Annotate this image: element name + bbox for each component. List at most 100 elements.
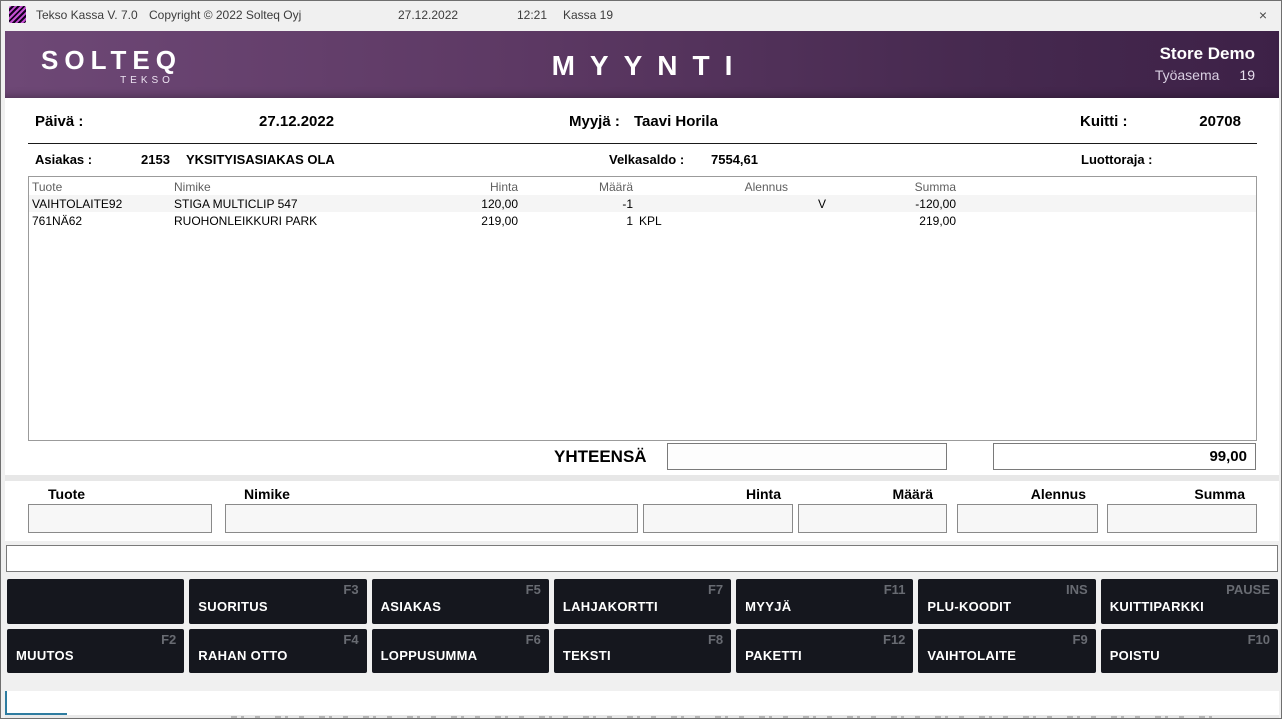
myyja-button[interactable]: MYYJÄ F11 (736, 579, 913, 624)
fkey-pause: PAUSE (1226, 582, 1270, 597)
titlebar-date: 27.12.2022 (398, 8, 458, 22)
col-header-price: Hinta (391, 177, 521, 195)
divider-line (28, 143, 1257, 144)
entry-name-label: Nimike (244, 486, 290, 502)
section-divider (5, 475, 1279, 481)
fkey-f11: F11 (884, 582, 906, 597)
item-discount (696, 212, 791, 229)
fkey-f4: F4 (343, 632, 358, 647)
item-price: 219,00 (391, 212, 521, 229)
discount-input[interactable] (957, 504, 1098, 533)
entry-price-label: Hinta (643, 486, 781, 502)
qty-input[interactable] (798, 504, 947, 533)
app-window: Tekso Kassa V. 7.0 Copyright © 2022 Solt… (0, 0, 1282, 719)
price-input[interactable] (643, 504, 793, 533)
asiakas-button[interactable]: ASIAKAS F5 (372, 579, 549, 624)
bottom-clipped-strip (5, 715, 1279, 719)
workstation-number: 19 (1239, 67, 1255, 83)
col-header-qty: Määrä (521, 177, 636, 195)
solteq-logo: SOLTEQ TEKSO (41, 45, 182, 86)
solteq-app-icon (9, 6, 26, 23)
entry-discount-label: Alennus (957, 486, 1086, 502)
blank-button (7, 579, 184, 624)
focus-border-vertical (5, 691, 7, 715)
kuittiparkki-button[interactable]: KUITTIPARKKI PAUSE (1101, 579, 1278, 624)
fkey-f9: F9 (1073, 632, 1088, 647)
item-flag: V (791, 195, 829, 212)
item-product: VAIHTOLAITE92 (29, 195, 171, 212)
workstation-info: Työasema 19 (1155, 67, 1255, 83)
item-product: 761NÄ62 (29, 212, 171, 229)
item-sum: 219,00 (829, 212, 959, 229)
col-header-flag (791, 177, 829, 195)
fkey-f3: F3 (343, 582, 358, 597)
titlebar: Tekso Kassa V. 7.0 Copyright © 2022 Solt… (1, 1, 1281, 29)
fkey-f10: F10 (1248, 632, 1270, 647)
loppusumma-button[interactable]: LOPPUSUMMA F6 (372, 629, 549, 673)
poistu-button[interactable]: POISTU F10 (1101, 629, 1278, 673)
item-row[interactable]: VAIHTOLAITE92 STIGA MULTICLIP 547 120,00… (29, 195, 1256, 212)
plu-koodit-button[interactable]: PLU-KOODIT INS (918, 579, 1095, 624)
window-title: Tekso Kassa V. 7.0 (36, 8, 138, 22)
item-discount (696, 195, 791, 212)
entry-qty-label: Määrä (798, 486, 933, 502)
name-input[interactable] (225, 504, 638, 533)
item-row[interactable]: 761NÄ62 RUOHONLEIKKURI PARK 219,00 1 KPL… (29, 212, 1256, 229)
product-input[interactable] (28, 504, 212, 533)
col-header-discount: Alennus (696, 177, 791, 195)
vaihtolaite-button[interactable]: VAIHTOLAITE F9 (918, 629, 1095, 673)
items-header-row: Tuote Nimike Hinta Määrä Alennus Summa (29, 177, 1256, 195)
close-icon[interactable]: × (1251, 5, 1275, 25)
item-unit (636, 195, 696, 212)
date-label: Päivä : (35, 113, 83, 130)
suoritus-button[interactable]: SUORITUS F3 (189, 579, 366, 624)
titlebar-time: 12:21 (517, 8, 547, 22)
fkey-f2: F2 (161, 632, 176, 647)
col-header-name: Nimike (171, 177, 391, 195)
entry-product-label: Tuote (48, 486, 85, 502)
total-entry-input[interactable] (667, 443, 947, 470)
total-label: YHTEENSÄ (554, 447, 647, 467)
item-sum: -120,00 (829, 195, 959, 212)
fkey-f8: F8 (708, 632, 723, 647)
fkey-f6: F6 (526, 632, 541, 647)
fkey-f5: F5 (526, 582, 541, 597)
customer-number: 2153 (141, 152, 170, 167)
teksti-button[interactable]: TEKSTI F8 (554, 629, 731, 673)
titlebar-register: Kassa 19 (563, 8, 613, 22)
main-panel: Päivä : 27.12.2022 Myyjä : Taavi Horila … (5, 98, 1279, 541)
muutos-button[interactable]: MUUTOS F2 (7, 629, 184, 673)
copyright-text: Copyright © 2022 Solteq Oyj (149, 8, 301, 22)
store-block: Store Demo Työasema 19 (1155, 44, 1255, 83)
fkey-f12: F12 (883, 632, 905, 647)
col-header-unit (636, 177, 696, 195)
workstation-label: Työasema (1155, 67, 1220, 83)
app-header: SOLTEQ TEKSO MYYNTI Store Demo Työasema 1… (5, 31, 1279, 98)
function-key-grid: SUORITUS F3 ASIAKAS F5 LAHJAKORTTI F7 MY… (7, 579, 1278, 673)
debt-value: 7554,61 (711, 152, 758, 167)
item-unit: KPL (636, 212, 696, 229)
customer-name: YKSITYISASIAKAS OLA (186, 152, 339, 167)
debt-label: Velkasaldo : (609, 152, 684, 167)
fkey-f7: F7 (708, 582, 723, 597)
rahan-otto-button[interactable]: RAHAN OTTO F4 (189, 629, 366, 673)
col-header-filler (959, 177, 1256, 195)
item-price: 120,00 (391, 195, 521, 212)
command-input[interactable] (6, 545, 1278, 572)
seller-name: Taavi Horila (634, 113, 718, 130)
store-name: Store Demo (1155, 44, 1255, 64)
paketti-button[interactable]: PAKETTI F12 (736, 629, 913, 673)
message-area (5, 691, 1279, 715)
item-qty: 1 (521, 212, 636, 229)
col-header-sum: Summa (829, 177, 959, 195)
lahjakortti-button[interactable]: LAHJAKORTTI F7 (554, 579, 731, 624)
logo-primary: SOLTEQ (41, 45, 182, 76)
col-header-product: Tuote (29, 177, 171, 195)
page-title: MYYNTI (537, 50, 748, 82)
receipt-number: 20708 (1171, 113, 1241, 130)
customer-label: Asiakas : (35, 152, 92, 167)
items-table: Tuote Nimike Hinta Määrä Alennus Summa V… (28, 176, 1257, 441)
date-value: 27.12.2022 (259, 113, 334, 130)
sum-input[interactable] (1107, 504, 1257, 533)
seller-label: Myyjä : (569, 113, 620, 130)
